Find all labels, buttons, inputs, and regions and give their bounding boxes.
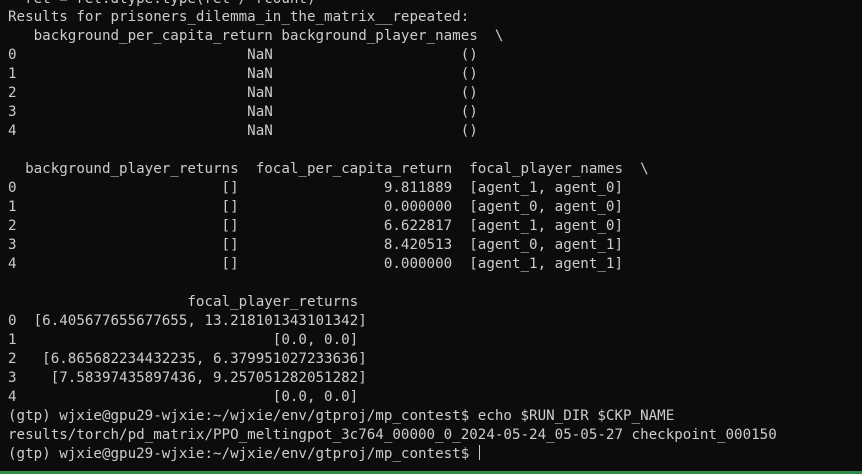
table-row: 0 [6.405677655677655, 13.218101343101342… <box>8 313 367 329</box>
table-row: 3 NaN () <box>8 104 478 120</box>
table-row: 1 [0.0, 0.0] <box>8 332 359 348</box>
command-output: results/torch/pd_matrix/PPO_meltingpot_3… <box>8 427 777 443</box>
table-row: 0 [] 9.811889 [agent_1, agent_0] <box>8 180 623 196</box>
table-row: 1 NaN () <box>8 66 478 82</box>
command-line: (gtp) wjxie@gpu29-wjxie:~/wjxie/env/gtpr… <box>8 408 675 424</box>
table-row: 4 [] 0.000000 [agent_1, agent_1] <box>8 256 623 272</box>
table-row: 2 [6.865682234432235, 6.379951027233636] <box>8 351 367 367</box>
table-header-row: background_player_returns focal_per_capi… <box>8 161 649 177</box>
table-row: 4 [0.0, 0.0] <box>8 389 359 405</box>
table-row: 2 NaN () <box>8 85 478 101</box>
table-row: 3 [7.58397435897436, 9.257051282051282] <box>8 370 367 386</box>
terminal-window[interactable]: ret = ret.dtype.type(ret / rcount) Resul… <box>0 0 862 471</box>
table-header-row: background_per_capita_return background_… <box>8 28 504 44</box>
terminal-line-results-header: Results for prisoners_dilemma_in_the_mat… <box>8 9 470 25</box>
table-row: 0 NaN () <box>8 47 478 63</box>
table-row: 3 [] 8.420513 [agent_0, agent_1] <box>8 237 623 253</box>
table-row: 1 [] 0.000000 [agent_0, agent_0] <box>8 199 623 215</box>
shell-prompt: (gtp) wjxie@gpu29-wjxie:~/wjxie/env/gtpr… <box>8 446 478 462</box>
prompt-line[interactable]: (gtp) wjxie@gpu29-wjxie:~/wjxie/env/gtpr… <box>8 445 480 464</box>
table-row: 2 [] 6.622817 [agent_1, agent_0] <box>8 218 623 234</box>
table-row: 4 NaN () <box>8 123 478 139</box>
table-header-row: focal_player_returns <box>8 294 359 310</box>
text-cursor <box>478 445 480 460</box>
